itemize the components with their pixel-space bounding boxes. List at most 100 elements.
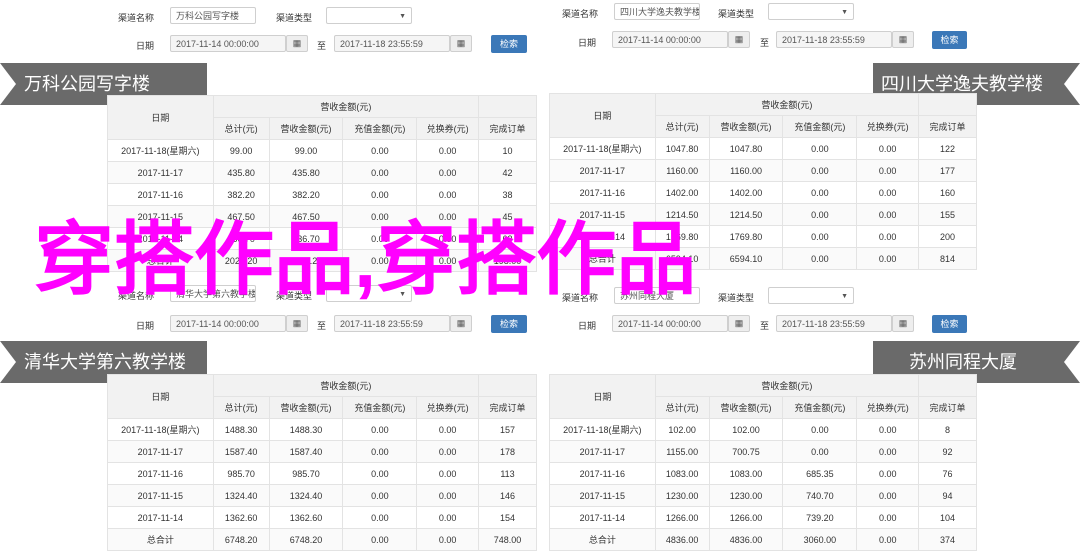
column-header: 完成订单: [478, 396, 537, 419]
calendar-icon[interactable]: ▦: [892, 31, 914, 48]
calendar-icon[interactable]: ▦: [728, 31, 750, 48]
cell: 1047.80: [708, 137, 784, 160]
cell: 2017-11-15: [549, 484, 656, 507]
date-to-input[interactable]: 2017-11-18 23:55:59: [776, 31, 892, 48]
cell: 1324.40: [268, 484, 344, 507]
cell: 0.00: [416, 462, 480, 485]
cell: 2017-11-18(星期六): [549, 137, 656, 160]
calendar-icon[interactable]: ▦: [450, 315, 472, 332]
cell: 0.00: [416, 506, 480, 529]
calendar-icon[interactable]: ▦: [892, 315, 914, 332]
cell: 739.20: [782, 506, 858, 529]
cell: 4836.00: [708, 528, 784, 551]
cell: 0.00: [342, 440, 418, 463]
cell: 700.75: [708, 440, 784, 463]
arrow-left-icon: [0, 341, 16, 383]
channel-type-label: 渠道类型: [718, 293, 755, 303]
arrow-right-icon: [1064, 63, 1080, 105]
calendar-icon[interactable]: ▦: [728, 315, 750, 332]
cell: 1402.00: [654, 181, 710, 204]
cell: 0.00: [342, 462, 418, 485]
cell: 0.00: [856, 484, 920, 507]
date-from-input[interactable]: 2017-11-14 00:00:00: [612, 31, 728, 48]
cell: 0.00: [782, 181, 858, 204]
cell: 0.00: [856, 225, 920, 248]
channel-type-select[interactable]: ▼: [768, 287, 854, 304]
cell: 435.80: [212, 161, 270, 184]
column-group-header: 营收金额(元): [654, 93, 920, 116]
cell: 102.00: [708, 418, 784, 441]
cell: 3060.00: [782, 528, 858, 551]
search-button[interactable]: 检索: [932, 315, 967, 333]
cell: 6748.20: [212, 528, 270, 551]
table-row: 2017-11-15 1324.40 1324.40 0.00 0.00 146: [107, 484, 537, 507]
date-from-input[interactable]: 2017-11-14 00:00:00: [170, 315, 286, 332]
table-row: 2017-11-18(星期六) 1047.80 1047.80 0.00 0.00 122: [549, 137, 977, 160]
column-header: 总计(元): [654, 115, 710, 138]
date-to-label: 至: [317, 321, 327, 331]
cell: 157: [478, 418, 537, 441]
cell: 1587.40: [268, 440, 344, 463]
table-row: 2017-11-18(星期六) 102.00 102.00 0.00 0.00 8: [549, 418, 977, 441]
table-row: 2017-11-16 1402.00 1402.00 0.00 0.00 160: [549, 181, 977, 204]
cell: 0.00: [782, 418, 858, 441]
table-row: 2017-11-17 1155.00 700.75 0.00 0.00 92: [549, 440, 977, 463]
table-row: 2017-11-15 1230.00 1230.00 740.70 0.00 94: [549, 484, 977, 507]
panel-qinghua: 渠道名称 清华大学第六教学楼 渠道类型 ▼ 日期 2017-11-14 00:0…: [0, 275, 540, 551]
cell: 200: [918, 225, 977, 248]
table-row: 2017-11-14 1362.60 1362.60 0.00 0.00 154: [107, 506, 537, 529]
cell: 0.00: [856, 247, 920, 270]
table-row: 2017-11-17 435.80 435.80 0.00 0.00 42: [107, 161, 537, 184]
search-button[interactable]: 检索: [491, 35, 527, 53]
cell: 985.70: [268, 462, 344, 485]
table-row: 2017-11-16 382.20 382.20 0.00 0.00 38: [107, 183, 537, 206]
calendar-icon[interactable]: ▦: [286, 315, 308, 332]
cell: 2017-11-16: [549, 181, 656, 204]
column-header: 兑换券(元): [416, 396, 480, 419]
cell: 748.00: [478, 528, 537, 551]
calendar-icon[interactable]: ▦: [286, 35, 308, 52]
cell: 1324.40: [212, 484, 270, 507]
channel-type-select[interactable]: ▼: [326, 7, 412, 24]
channel-type-select[interactable]: ▼: [768, 3, 854, 20]
column-header: 完成订单: [918, 396, 977, 419]
cell: 2017-11-17: [107, 161, 214, 184]
cell: 740.70: [782, 484, 858, 507]
cell: 0.00: [416, 484, 480, 507]
cell: 0.00: [416, 440, 480, 463]
calendar-icon[interactable]: ▦: [450, 35, 472, 52]
cell: 146: [478, 484, 537, 507]
date-from-input[interactable]: 2017-11-14 00:00:00: [170, 35, 286, 52]
date-to-input[interactable]: 2017-11-18 23:55:59: [776, 315, 892, 332]
cell: 38: [478, 183, 537, 206]
channel-name-input[interactable]: 四川大学逸夫教学楼: [614, 3, 700, 20]
cell: 0.00: [782, 440, 858, 463]
column-group-header: 营收金额(元): [212, 374, 480, 397]
cell: 2017-11-16: [107, 183, 214, 206]
cell: 1266.00: [708, 506, 784, 529]
column-header-date: 日期: [107, 374, 214, 419]
search-button[interactable]: 检索: [932, 31, 967, 49]
cell: 177: [918, 159, 977, 182]
cell: 0.00: [856, 159, 920, 182]
search-button[interactable]: 检索: [491, 315, 527, 333]
cell: 0.00: [856, 440, 920, 463]
cell: 总合计: [549, 528, 656, 551]
channel-name-input[interactable]: 万科公园写字楼: [170, 7, 256, 24]
cell: 1362.60: [268, 506, 344, 529]
cell: 0.00: [416, 161, 480, 184]
cell: 2017-11-15: [107, 484, 214, 507]
date-from-input[interactable]: 2017-11-14 00:00:00: [612, 315, 728, 332]
cell: 435.80: [268, 161, 344, 184]
date-label: 日期: [578, 321, 597, 331]
column-header: 兑换券(元): [416, 117, 480, 140]
cell: 0.00: [782, 225, 858, 248]
column-header: 充值金额(元): [342, 117, 418, 140]
date-to-input[interactable]: 2017-11-18 23:55:59: [334, 35, 450, 52]
cell: 92: [918, 440, 977, 463]
date-to-input[interactable]: 2017-11-18 23:55:59: [334, 315, 450, 332]
column-header: 完成订单: [918, 115, 977, 138]
cell: 1047.80: [654, 137, 710, 160]
cell: 2017-11-16: [549, 462, 656, 485]
banner-title: 四川大学逸夫教学楼: [881, 74, 1043, 94]
